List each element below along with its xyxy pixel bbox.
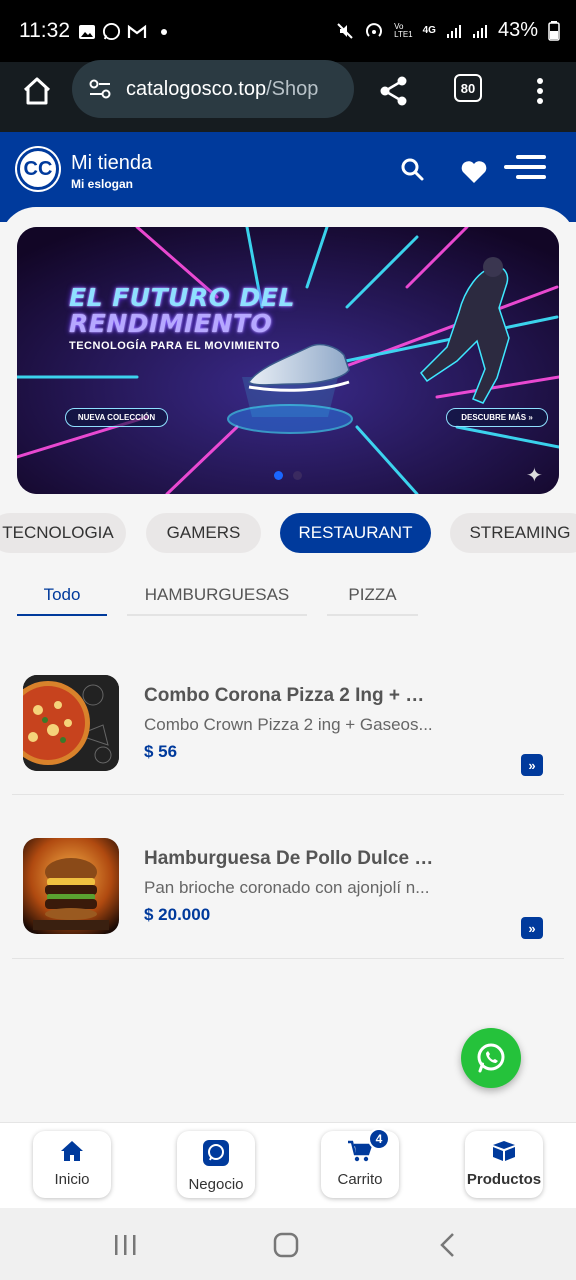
whatsapp-fab[interactable] [461,1028,521,1088]
double-chevron-right-icon: » [528,920,536,936]
battery-percent: 43% [497,19,538,41]
volte-icon: Vo LTE1 [394,21,413,39]
pizza-image [23,675,119,771]
sparkle-icon: ✦ [526,465,543,487]
nav-label: Negocio [188,1176,244,1193]
product-name[interactable]: Combo Corona Pizza 2 Ing + Ga... [144,685,439,707]
whatsapp-icon [477,1043,505,1073]
banner-subtitle: TECNOLOGÍA PARA EL MOVIMIENTO [69,340,281,352]
promo-banner[interactable]: EL FUTURO DEL RENDIMIENTO TECNOLOGÍA PAR… [17,227,559,494]
status-time: 11:32 [19,19,70,42]
shop-name: Mi tienda [71,152,153,174]
tabs-button[interactable]: 80 [454,74,482,102]
carousel-dot[interactable] [293,471,302,480]
gmail-icon [127,24,147,38]
home-icon[interactable] [20,74,54,108]
url-bar[interactable]: catalogosco.top/Shop [72,60,354,118]
burger-image [23,838,119,934]
site-settings-icon[interactable] [88,78,112,100]
banner-title-line2: RENDIMIENTO [69,309,273,338]
product-image[interactable] [23,675,119,771]
notification-icons [78,22,167,41]
heart-icon[interactable] [459,156,489,186]
banner-artwork [17,227,559,494]
product-open-button[interactable]: » [521,917,543,939]
product-price: $ 20.000 [144,905,211,924]
nav-inicio[interactable]: Inicio [33,1131,111,1198]
more-icon[interactable] [526,76,554,106]
banner-title-line1: EL FUTURO DEL [69,283,295,312]
nav-label: Inicio [54,1171,90,1188]
whatsapp-icon [203,1140,229,1166]
back-icon[interactable] [438,1232,458,1258]
network-type: 4G [422,25,436,36]
category-chip-gamers[interactable]: GAMERS [146,513,261,553]
subtab-todo[interactable]: Todo [17,576,107,616]
browser-toolbar: catalogosco.top/Shop 80 [0,60,576,132]
double-chevron-right-icon: » [528,757,536,773]
banner-new-collection-button[interactable]: NUEVA COLECCIÓN [65,408,168,427]
product-name[interactable]: Hamburguesa De Pollo Dulce En... [144,848,439,870]
home-icon [61,1141,83,1161]
menu-icon[interactable] [502,154,550,180]
subtab-pizza[interactable]: PIZZA [327,576,418,616]
mute-icon [337,22,353,39]
product-image[interactable] [23,838,119,934]
home-nav-icon[interactable] [273,1232,299,1258]
signal-icon [446,24,461,38]
more-notifications-dot [161,28,167,35]
boxes-icon [493,1141,515,1161]
tab-count: 80 [460,80,476,96]
product-price: $ 56 [144,742,178,761]
product-card[interactable]: Combo Corona Pizza 2 Ing + Ga... Combo C… [12,631,564,795]
nav-negocio[interactable]: Negocio [177,1131,255,1198]
shop-slogan: Mi eslogan [71,177,134,191]
search-icon[interactable] [399,156,425,182]
url-text: catalogosco.top/Shop [126,78,318,101]
nav-icon-wrap [465,1139,543,1163]
product-card[interactable]: Hamburguesa De Pollo Dulce En... Pan bri… [12,795,564,959]
signal-2-icon [472,24,487,38]
nav-label: Carrito [337,1171,383,1188]
gallery-icon [79,24,95,39]
product-open-button[interactable]: » [521,754,543,776]
subtab-hamburguesas[interactable]: HAMBURGUESAS [127,576,307,616]
status-bar: 11:32 Vo LTE1 4G 43% [0,0,576,62]
category-chip-streaming[interactable]: STREAMING [450,513,576,553]
nav-productos[interactable]: Productos [465,1131,543,1198]
logo-text: CC [23,157,53,180]
nav-label: Productos [466,1171,542,1188]
carousel-dot-active[interactable] [274,471,283,480]
category-chip-tecnologia[interactable]: TECNOLOGIA [0,513,126,553]
url-path: /Shop [266,77,319,100]
product-description: Combo Crown Pizza 2 ing + Gaseos... [144,715,433,734]
banner-discover-button[interactable]: DESCUBRE MÁS » [446,408,548,427]
nav-icon-wrap [177,1139,255,1167]
shop-logo[interactable]: CC [17,148,59,190]
share-icon[interactable] [377,74,411,108]
nav-icon-wrap [33,1139,111,1163]
status-right: Vo LTE1 4G 43% [336,19,560,42]
product-description: Pan brioche coronado con ajonjolí n... [144,878,430,897]
battery-icon [548,20,560,41]
url-host: catalogosco.top [126,77,267,100]
hotspot-icon [366,22,383,37]
recent-apps-icon[interactable] [112,1233,138,1257]
system-navigation-bar [0,1208,576,1280]
category-chip-restaurant[interactable]: RESTAURANT [280,513,431,553]
cart-count-badge: 4 [368,1128,390,1150]
whatsapp-notif-icon [102,22,121,41]
